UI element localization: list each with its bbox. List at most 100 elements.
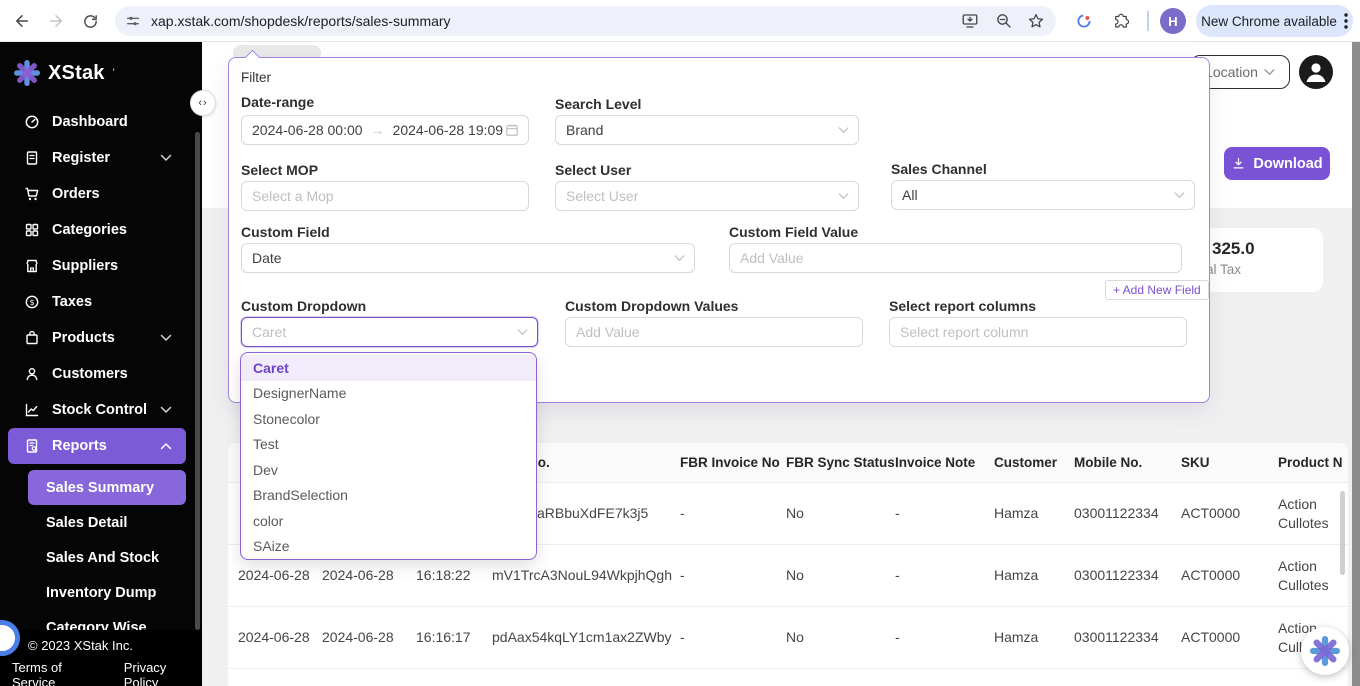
custom-field-value-label: Custom Field Value — [729, 224, 858, 240]
range-arrow-icon: → — [371, 122, 385, 138]
forward-button[interactable] — [42, 7, 70, 35]
xstak-chat-widget[interactable] — [1301, 627, 1349, 675]
col-header-sku: SKU — [1181, 455, 1268, 470]
col-header-fbr-sync-status: FBR Sync Status — [786, 455, 885, 470]
report-columns-input[interactable]: Select report column — [889, 317, 1187, 347]
search-level-label: Search Level — [555, 96, 641, 112]
site-settings-icon — [125, 13, 141, 29]
brand-logo: XStak ' — [14, 60, 115, 86]
date-range-start: 2024-06-28 00:00 — [252, 122, 363, 138]
col-header-invoice-note: Invoice Note — [895, 455, 984, 470]
dropdown-option-brandselection[interactable]: BrandSelection — [241, 483, 536, 509]
sidebar-item-taxes[interactable]: $ Taxes — [0, 284, 202, 320]
toolbar-divider — [1147, 11, 1149, 31]
sidebar-item-stock-control[interactable]: Stock Control — [0, 392, 202, 428]
sidebar-item-reports[interactable]: Reports — [8, 428, 186, 464]
search-level-select[interactable]: Brand — [555, 115, 859, 145]
sidebar-scrollbar[interactable] — [195, 132, 200, 630]
zoom-out-icon — [995, 12, 1013, 30]
brand-name: XStak — [48, 62, 105, 85]
bag-icon — [24, 330, 40, 346]
select-user-select[interactable]: Select User — [555, 181, 859, 211]
custom-field-label: Custom Field — [241, 224, 330, 240]
address-bar[interactable]: xap.xstak.com/shopdesk/reports/sales-sum… — [115, 6, 1056, 36]
download-label: Download — [1253, 156, 1322, 172]
xstak-logo-icon — [1310, 636, 1340, 666]
page-scrollbar[interactable] — [1352, 42, 1360, 686]
dropdown-option-stonecolor[interactable]: Stonecolor — [241, 406, 536, 432]
install-icon — [961, 12, 979, 30]
brand-mark: ' — [113, 67, 115, 79]
reports-submenu: Sales Summary Sales Detail Sales And Sto… — [28, 470, 186, 645]
dropdown-option-saize[interactable]: SAize — [241, 534, 536, 560]
browser-profile-avatar[interactable]: H — [1160, 8, 1186, 34]
terms-link[interactable]: Terms of Service — [12, 660, 106, 686]
extension-badge-button[interactable] — [1070, 7, 1098, 35]
sidebar-item-orders[interactable]: Orders — [0, 176, 202, 212]
report-columns-label: Select report columns — [889, 298, 1036, 314]
sidebar-item-register[interactable]: Register — [0, 140, 202, 176]
sidebar-item-products[interactable]: Products — [0, 320, 202, 356]
back-button[interactable] — [8, 7, 36, 35]
sidebar-item-dashboard[interactable]: Dashboard — [0, 104, 202, 140]
submenu-sales-and-stock[interactable]: Sales And Stock — [28, 540, 186, 575]
sidebar-footer: © 2023 XStak Inc. Terms of Service Priva… — [0, 630, 202, 686]
table-scrollbar[interactable] — [1340, 491, 1345, 575]
total-tax-value: 325.0 — [1212, 239, 1323, 259]
download-button[interactable]: Download — [1224, 147, 1330, 180]
store-icon — [24, 258, 40, 274]
chevron-down-icon — [1264, 69, 1275, 76]
star-icon — [1027, 12, 1045, 30]
forward-icon — [47, 12, 65, 30]
install-app-button[interactable] — [956, 7, 984, 35]
dropdown-option-designername[interactable]: DesignerName — [241, 381, 536, 407]
register-icon — [24, 150, 40, 166]
chevron-down-icon — [838, 193, 849, 200]
add-new-field-button[interactable]: + Add New Field — [1105, 280, 1209, 300]
chevron-down-icon — [160, 334, 172, 342]
person-icon — [1299, 55, 1333, 89]
select-user-label: Select User — [555, 162, 631, 178]
user-avatar[interactable] — [1299, 55, 1333, 89]
custom-field-select[interactable]: Date — [241, 243, 695, 273]
custom-dropdown-values-input[interactable]: Add Value — [565, 317, 863, 347]
extensions-button[interactable] — [1107, 7, 1135, 35]
dollar-circle-icon: $ — [24, 294, 40, 310]
dropdown-option-dev[interactable]: Dev — [241, 457, 536, 483]
sidebar-nav: Dashboard Register Orders Categories Sup… — [0, 104, 202, 645]
zoom-button[interactable] — [990, 7, 1018, 35]
col-header-customer: Customer — [994, 455, 1064, 470]
chrome-update-label: New Chrome available — [1201, 14, 1337, 29]
sidebar-item-suppliers[interactable]: Suppliers — [0, 248, 202, 284]
date-range-input[interactable]: 2024-06-28 00:00 → 2024-06-28 19:09 — [241, 115, 529, 145]
download-icon — [1231, 156, 1246, 171]
sidebar-item-customers[interactable]: Customers — [0, 356, 202, 392]
custom-dropdown-label: Custom Dropdown — [241, 298, 366, 314]
custom-dropdown-values-label: Custom Dropdown Values — [565, 298, 738, 314]
sidebar-item-categories[interactable]: Categories — [0, 212, 202, 248]
sales-channel-select[interactable]: All — [891, 180, 1195, 210]
dropdown-option-caret[interactable]: Caret — [241, 355, 536, 381]
privacy-link[interactable]: Privacy Policy — [124, 660, 202, 686]
copyright-text: © 2023 XStak Inc. — [28, 638, 202, 653]
col-header-mobile-no: Mobile No. — [1074, 455, 1171, 470]
screen: xap.xstak.com/shopdesk/reports/sales-sum… — [0, 0, 1360, 686]
calendar-icon — [505, 123, 519, 137]
sidebar-collapse-toggle[interactable]: ‹› — [190, 90, 216, 116]
select-mop-input[interactable]: Select a Mop — [241, 181, 529, 211]
chart-icon — [24, 402, 40, 418]
table-row[interactable]: 2024-06-28 2024-06-28 16:16:17 pdAax54kq… — [228, 607, 1348, 669]
reload-button[interactable] — [76, 7, 104, 35]
sales-channel-label: Sales Channel — [891, 161, 987, 177]
chrome-update-button[interactable]: New Chrome available — [1196, 5, 1353, 37]
dropdown-option-test[interactable]: Test — [241, 432, 536, 458]
select-mop-label: Select MOP — [241, 162, 318, 178]
gauge-icon — [24, 114, 40, 130]
submenu-sales-detail[interactable]: Sales Detail — [28, 505, 186, 540]
submenu-inventory-dump[interactable]: Inventory Dump — [28, 575, 186, 610]
dropdown-option-color[interactable]: color — [241, 508, 536, 534]
bookmark-button[interactable] — [1022, 7, 1050, 35]
submenu-sales-summary[interactable]: Sales Summary — [28, 470, 186, 505]
custom-field-value-input[interactable]: Add Value — [729, 243, 1182, 273]
custom-dropdown-select[interactable]: Caret — [241, 317, 538, 347]
